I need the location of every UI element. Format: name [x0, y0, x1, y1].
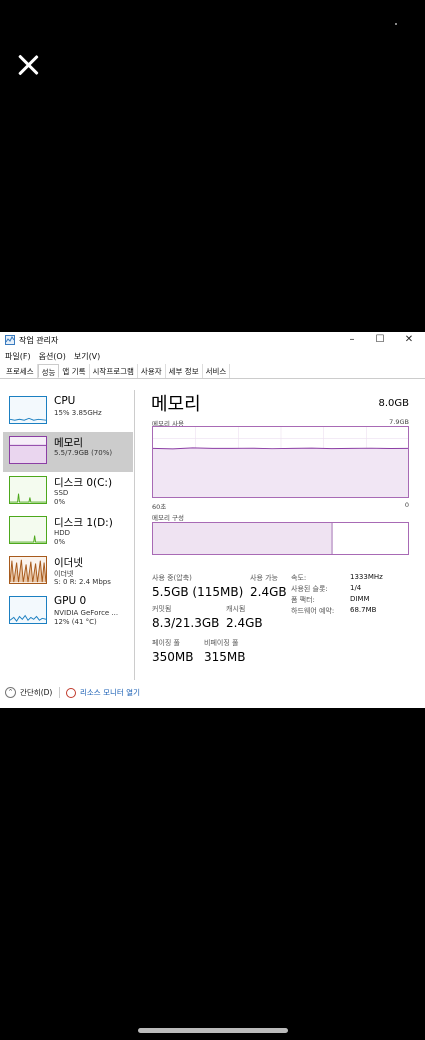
in-use-value: 5.5GB (115MB) [152, 585, 244, 599]
composition-label: 메모리 구성 [152, 514, 184, 522]
memory-composition-bar [152, 522, 409, 555]
menu-bar: 파일(F) 옵션(O) 보기(V) [0, 349, 425, 364]
fewer-details-label: 간단히(D) [20, 688, 53, 697]
chevron-up-icon: ⌃ [5, 687, 16, 698]
slots-value: 1/4 [350, 584, 362, 592]
sidebar-item-name: 메모리 [54, 437, 83, 449]
sidebar-item-memory[interactable]: 메모리 5.5/7.9GB (70%) [3, 432, 133, 472]
sidebar-item-disk0[interactable]: 디스크 0(C:) SSD 0% [3, 472, 133, 512]
task-manager-icon [5, 335, 15, 345]
memory-usage-graph [152, 426, 409, 498]
disk1-thumbnail [9, 516, 47, 544]
sidebar-item-name: 디스크 1(D:) [54, 517, 113, 529]
sidebar-item-detail: SSD [54, 489, 69, 497]
sidebar-item-cpu[interactable]: CPU 15% 3.85GHz [3, 392, 133, 432]
sidebar-item-detail: 15% 3.85GHz [54, 409, 102, 417]
maximize-button[interactable]: ☐ [366, 333, 394, 347]
tab-processes[interactable]: 프로세스 [3, 364, 38, 378]
menu-options[interactable]: 옵션(O) [39, 351, 66, 362]
sidebar-item-ethernet[interactable]: 이더넷 이더넷 S: 0 R: 2.4 Mbps [3, 552, 133, 592]
usage-max: 7.9GB [389, 418, 409, 426]
speed-value: 1333MHz [350, 573, 383, 581]
paged-pool-value: 350MB [152, 650, 194, 664]
resource-monitor-link[interactable]: 리소스 모니터 열기 [66, 687, 140, 698]
form-factor-value: DIMM [350, 595, 370, 603]
sidebar-item-detail: HDD [54, 529, 71, 537]
tab-bar: 프로세스 성능 앱 기록 시작프로그램 사용자 세부 정보 서비스 [0, 364, 425, 379]
sidebar-item-detail: 12% (41 °C) [54, 618, 97, 626]
sidebar-item-name: GPU 0 [54, 595, 87, 607]
tab-app-history[interactable]: 앱 기록 [59, 364, 90, 378]
in-use-segment [153, 523, 332, 554]
memory-thumbnail [9, 436, 47, 464]
slots-label: 사용된 슬롯: [291, 585, 328, 593]
task-manager-window: 작업 관리자 – ☐ ✕ 파일(F) 옵션(O) 보기(V) 프로세스 성능 앱… [0, 332, 425, 708]
sidebar-item-name: 이더넷 [54, 557, 83, 569]
committed-label: 커밋됨 [152, 605, 172, 613]
window-close-button[interactable]: ✕ [395, 333, 423, 347]
sidebar-item-name: 디스크 0(C:) [54, 477, 113, 489]
x-axis-right: 0 [404, 501, 409, 509]
footer-bar: ⌃ 간단히(D) 리소스 모니터 열기 [0, 682, 425, 704]
sidebar-item-detail: 0% [54, 498, 66, 506]
sidebar-item-detail: NVIDIA GeForce ... [54, 609, 119, 617]
tab-details[interactable]: 세부 정보 [166, 364, 203, 378]
memory-total: 8.0GB [378, 398, 409, 409]
footer-divider [59, 687, 60, 698]
available-value: 2.4GB [250, 585, 287, 599]
cpu-thumbnail [9, 396, 47, 424]
hw-reserved-label: 하드웨어 예약: [291, 607, 335, 615]
title-bar: 작업 관리자 – ☐ ✕ [0, 332, 425, 349]
resource-sidebar: CPU 15% 3.85GHz 메모리 5.5/7.9GB (70%) 디스크 … [0, 390, 135, 680]
disk0-thumbnail [9, 476, 47, 504]
tab-users[interactable]: 사용자 [138, 364, 166, 378]
gpu-thumbnail [9, 596, 47, 624]
form-factor-label: 폼 팩터: [291, 596, 315, 604]
minimize-button[interactable]: – [338, 333, 366, 347]
nonpaged-pool-label: 비페이징 풀 [204, 639, 239, 647]
sidebar-item-detail: S: 0 R: 2.4 Mbps [54, 578, 111, 586]
ethernet-thumbnail [9, 556, 47, 584]
speed-label: 속도: [291, 574, 307, 582]
tab-startup[interactable]: 시작프로그램 [90, 364, 138, 378]
fewer-details-button[interactable]: ⌃ 간단히(D) [5, 687, 52, 698]
tab-services[interactable]: 서비스 [203, 364, 231, 378]
sidebar-item-disk1[interactable]: 디스크 1(D:) HDD 0% [3, 512, 133, 552]
paged-pool-label: 페이징 풀 [152, 639, 180, 647]
home-indicator[interactable] [138, 1028, 288, 1033]
sidebar-item-detail: 0% [54, 538, 66, 546]
close-icon[interactable] [17, 54, 39, 76]
standby-segment [331, 523, 333, 554]
menu-view[interactable]: 보기(V) [74, 351, 100, 362]
sidebar-item-gpu[interactable]: GPU 0 NVIDIA GeForce ... 12% (41 °C) [3, 592, 133, 632]
sidebar-item-detail: 5.5/7.9GB (70%) [54, 449, 113, 457]
panel-title: 메모리 [151, 394, 201, 415]
hw-reserved-value: 68.7MB [350, 606, 377, 614]
committed-value: 8.3/21.3GB [152, 616, 220, 630]
available-label: 사용 가능 [250, 574, 278, 582]
x-axis-left: 60초 [152, 503, 167, 511]
resource-monitor-label: 리소스 모니터 열기 [80, 688, 140, 697]
sidebar-item-name: CPU [54, 395, 76, 407]
cached-label: 캐시됨 [226, 605, 246, 613]
cached-value: 2.4GB [226, 616, 263, 630]
tab-performance[interactable]: 성능 [37, 364, 60, 378]
resource-monitor-icon [66, 687, 76, 698]
status-dot [395, 23, 397, 25]
menu-file[interactable]: 파일(F) [5, 351, 31, 362]
nonpaged-pool-value: 315MB [204, 650, 246, 664]
window-title: 작업 관리자 [19, 336, 59, 345]
in-use-label: 사용 중(압축) [152, 574, 192, 582]
